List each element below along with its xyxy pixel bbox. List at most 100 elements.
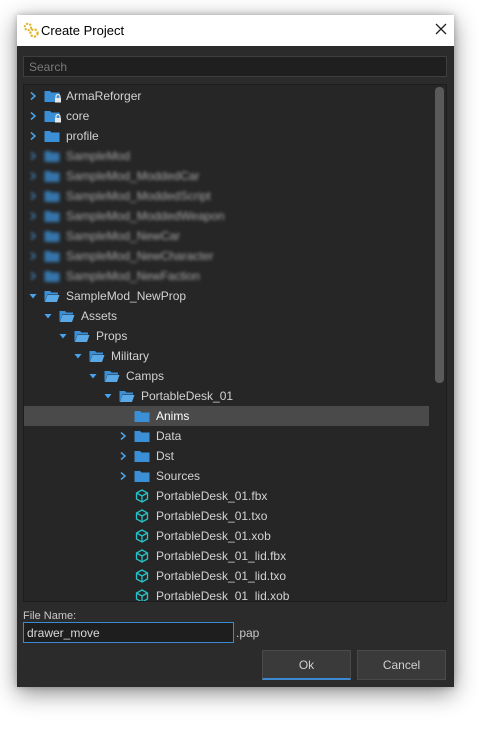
folder-open-icon (43, 286, 61, 306)
tree-folder-item[interactable]: Dst (24, 446, 429, 466)
tree-item-label: PortableDesk_01 (141, 389, 234, 403)
chevron-down-icon[interactable] (86, 366, 100, 386)
scrollbar-thumb[interactable] (435, 87, 444, 383)
cube-icon (133, 486, 151, 506)
tree-item-label: PortableDesk_01.txo (156, 509, 268, 523)
close-icon[interactable] (430, 18, 452, 40)
folder-icon (43, 166, 61, 186)
chevron-right-icon[interactable] (26, 206, 40, 226)
tree-folder-item[interactable]: Assets (24, 306, 429, 326)
cancel-button[interactable]: Cancel (357, 650, 446, 680)
tree-folder-item[interactable]: core (24, 106, 429, 126)
chevron-right-icon[interactable] (26, 226, 40, 246)
gear-icon (23, 22, 39, 38)
tree-item-label: PortableDesk_01.fbx (156, 489, 268, 503)
chevron-right-icon[interactable] (116, 426, 130, 446)
chevron-right-icon[interactable] (26, 106, 40, 126)
file-extension: .pap (236, 626, 260, 640)
tree-item-label: Props (96, 329, 128, 343)
tree-item-label: Camps (126, 369, 165, 383)
tree-folder-item[interactable]: Sources (24, 466, 429, 486)
folder-icon (43, 266, 61, 286)
chevron-right-icon[interactable] (26, 86, 40, 106)
folder-open-icon (88, 346, 106, 366)
ok-button[interactable]: Ok (262, 650, 351, 680)
tree-folder-item[interactable]: Camps (24, 366, 429, 386)
folder-icon (43, 86, 61, 106)
tree-item-label: core (66, 109, 90, 123)
chevron-down-icon[interactable] (71, 346, 85, 366)
tree-item-label: SampleMod_ModdedWeapon (66, 209, 225, 223)
chevron-right-icon[interactable] (116, 466, 130, 486)
lock-icon (54, 114, 62, 123)
tree-folder-item[interactable]: PortableDesk_01 (24, 386, 429, 406)
chevron-down-icon[interactable] (26, 286, 40, 306)
folder-icon (43, 186, 61, 206)
tree-file-item[interactable]: PortableDesk_01_lid.fbx (24, 546, 429, 566)
tree-item-label: SampleMod_NewFaction (66, 269, 201, 283)
cube-icon (133, 506, 151, 526)
chevron-down-icon[interactable] (101, 386, 115, 406)
chevron-right-icon[interactable] (26, 246, 40, 266)
tree-item-label: Data (156, 429, 182, 443)
chevron-down-icon[interactable] (41, 306, 55, 326)
tree-file-item[interactable]: PortableDesk_01.txo (24, 506, 429, 526)
file-tree[interactable]: ArmaReforger core profile SampleMod SampleMo… (23, 84, 447, 602)
folder-icon (133, 446, 151, 466)
tree-file-item[interactable]: PortableDesk_01.xob (24, 526, 429, 546)
window-title: Create Project (41, 23, 125, 38)
folder-icon (133, 466, 151, 486)
folder-icon (43, 226, 61, 246)
file-name-label: File Name: (23, 610, 77, 622)
tree-folder-item[interactable]: Anims (24, 406, 429, 426)
tree-folder-item[interactable]: Props (24, 326, 429, 346)
cube-icon (133, 566, 151, 586)
tree-item-label: Military (111, 349, 149, 363)
tree-item-label: SampleMod_NewCharacter (66, 249, 214, 263)
chevron-right-icon[interactable] (26, 146, 40, 166)
tree-folder-item[interactable]: SampleMod_NewCharacter (24, 246, 429, 266)
chevron-right-icon[interactable] (26, 126, 40, 146)
tree-folder-item[interactable]: SampleMod (24, 146, 429, 166)
file-name-input[interactable] (23, 622, 234, 643)
chevron-right-icon[interactable] (116, 446, 130, 466)
tree-file-item[interactable]: PortableDesk_01_lid.xob (24, 586, 429, 602)
folder-icon (43, 246, 61, 266)
tree-item-label: Dst (156, 449, 174, 463)
search-input[interactable] (23, 56, 447, 77)
chevron-right-icon[interactable] (26, 266, 40, 286)
folder-open-icon (73, 326, 91, 346)
tree-folder-item[interactable]: SampleMod_NewProp (24, 286, 429, 306)
tree-folder-item[interactable]: SampleMod_ModdedScript (24, 186, 429, 206)
cube-icon (133, 586, 151, 601)
tree-scrollbar[interactable] (435, 87, 444, 599)
folder-icon (133, 426, 151, 446)
tree-item-label: Sources (156, 469, 201, 483)
folder-icon (133, 406, 151, 426)
chevron-right-icon[interactable] (26, 186, 40, 206)
dialog-body: ArmaReforger core profile SampleMod SampleMo… (17, 46, 454, 687)
tree-folder-item[interactable]: SampleMod_ModdedWeapon (24, 206, 429, 226)
chevron-right-icon[interactable] (26, 166, 40, 186)
tree-item-label: PortableDesk_01_lid.xob (156, 589, 290, 602)
folder-icon (43, 126, 61, 146)
tree-folder-item[interactable]: SampleMod_NewCar (24, 226, 429, 246)
tree-folder-item[interactable]: SampleMod_NewFaction (24, 266, 429, 286)
tree-file-item[interactable]: PortableDesk_01_lid.txo (24, 566, 429, 586)
tree-folder-item[interactable]: SampleMod_ModdedCar (24, 166, 429, 186)
tree-folder-item[interactable]: profile (24, 126, 429, 146)
tree-file-item[interactable]: PortableDesk_01.fbx (24, 486, 429, 506)
tree-item-label: profile (66, 129, 99, 143)
tree-folder-item[interactable]: Military (24, 346, 429, 366)
folder-icon (43, 146, 61, 166)
title-bar: Create Project (17, 15, 454, 46)
tree-item-label: ArmaReforger (66, 89, 142, 103)
chevron-down-icon[interactable] (56, 326, 70, 346)
tree-folder-item[interactable]: Data (24, 426, 429, 446)
tree-folder-item[interactable]: ArmaReforger (24, 86, 429, 106)
